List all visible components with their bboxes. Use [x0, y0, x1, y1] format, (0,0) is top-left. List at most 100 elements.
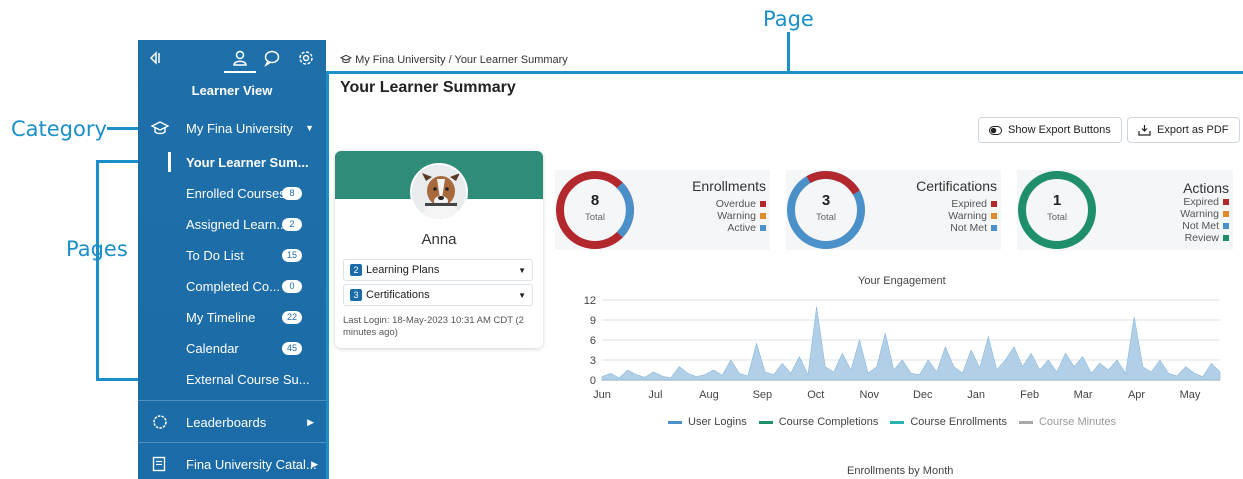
learning-plans-dropdown[interactable]: 2 Learning Plans ▼: [343, 259, 533, 281]
category-label: My Fina University: [186, 120, 293, 136]
leaderboards-label: Leaderboards: [186, 414, 267, 430]
legend-swatch: [1018, 420, 1033, 424]
export-pdf-label: Export as PDF: [1157, 124, 1229, 136]
engagement-legend: User Logins Course Completions Course En…: [668, 416, 1116, 428]
sidebar-page-label: Your Learner Sum...: [186, 154, 309, 170]
dog-avatar-image: [412, 165, 466, 219]
enrollments-total: 8: [590, 192, 600, 209]
toggle-icon: [989, 125, 1002, 135]
sidebar-page-assigned-learning[interactable]: Assigned Learn... 2: [138, 212, 326, 236]
engagement-chart-title: Your Engagement: [858, 275, 946, 287]
learning-plans-count: 2: [350, 264, 362, 276]
sidebar-toolbar: [138, 40, 326, 78]
sidebar-page-completed-courses[interactable]: Completed Co... 0: [138, 274, 326, 298]
graduation-cap-icon: [151, 121, 169, 135]
category-annotation-label: Category: [11, 117, 107, 141]
user-profile-icon[interactable]: [231, 49, 249, 67]
y-tick-label: 6: [590, 335, 596, 347]
profile-name: Anna: [421, 231, 457, 248]
show-export-buttons-button[interactable]: Show Export Buttons: [978, 117, 1122, 143]
count-badge: 15: [281, 248, 302, 262]
count-badge: 0: [282, 279, 302, 293]
legend-label: Expired: [951, 198, 987, 210]
sidebar-category-leaderboards[interactable]: Leaderboards ▶: [138, 410, 326, 434]
actions-stat-card[interactable]: 1 Total Actions Expired Warning Not Met …: [1017, 170, 1233, 250]
sidebar-divider: [138, 442, 326, 443]
enrollments-stat-card[interactable]: 8 Total Enrollments Overdue Warning Acti…: [555, 170, 770, 250]
sidebar-page-your-learner-summary[interactable]: Your Learner Sum...: [138, 150, 326, 174]
chevron-down-icon: ▼: [518, 290, 526, 300]
legend-course-minutes[interactable]: Course Minutes: [1039, 416, 1116, 428]
count-badge: 45: [281, 341, 302, 355]
x-tick-label: Nov: [859, 389, 879, 401]
x-tick-label: Mar: [1074, 389, 1093, 401]
certifications-stat-card[interactable]: 3 Total Certifications Expired Warning N…: [786, 170, 1001, 250]
x-tick-label: Jul: [648, 389, 662, 401]
count-badge: 2: [282, 217, 302, 231]
sidebar-page-label: External Course Su...: [186, 371, 310, 387]
pages-bracket-vertical: [96, 160, 99, 380]
sidebar-page-label: Completed Co...: [186, 278, 280, 294]
sidebar-page-enrolled-courses[interactable]: Enrolled Courses 8: [138, 181, 326, 205]
x-tick-label: Jan: [967, 389, 985, 401]
certifications-title: Certifications: [916, 178, 997, 194]
certifications-total-label: Total: [815, 212, 837, 223]
sidebar-page-label: My Timeline: [186, 309, 256, 325]
page-title: Your Learner Summary: [340, 79, 516, 96]
certifications-dropdown[interactable]: 3 Certifications ▼: [343, 284, 533, 306]
chevron-down-icon: ▼: [305, 123, 314, 133]
learner-view-title: Learner View: [191, 83, 273, 98]
count-badge: 8: [282, 186, 302, 200]
engagement-chart: 0 3 6 9 12 Jun Jul Aug Sep Oct Nov Dec Jan Feb Mar Apr M…: [584, 295, 1221, 401]
legend-user-logins[interactable]: User Logins: [688, 416, 747, 428]
actions-donut: [1018, 171, 1096, 249]
sidebar-page-label: Enrolled Courses: [186, 185, 286, 201]
sidebar-page-to-do-list[interactable]: To Do List 15: [138, 243, 326, 267]
show-export-label: Show Export Buttons: [1008, 124, 1111, 136]
avatar[interactable]: [410, 163, 468, 221]
user-logins-area: [601, 306, 1221, 381]
sidebar-category-catalog[interactable]: Fina University Catal... ▶: [138, 452, 326, 476]
legend-label: Not Met: [1182, 220, 1219, 232]
x-tick-label: Dec: [913, 389, 933, 401]
chevron-right-icon: ▶: [311, 458, 318, 469]
legend-swatch: [668, 420, 682, 424]
sidebar: Learner View My Fina University ▼ Your L…: [138, 40, 326, 479]
actions-legend: Expired Warning Not Met Review: [1180, 196, 1229, 244]
sidebar-page-external-course-submission[interactable]: External Course Su...: [138, 367, 326, 391]
sidebar-page-my-timeline[interactable]: My Timeline 22: [138, 305, 326, 329]
legend-course-completions[interactable]: Course Completions: [779, 416, 879, 428]
enrollments-donut: [556, 171, 634, 249]
leaderboard-badge-icon: [153, 415, 167, 429]
settings-gear-icon[interactable]: [297, 49, 315, 67]
active-tab-underline: [224, 71, 256, 73]
legend-label: Expired: [1183, 196, 1219, 208]
x-tick-label: Apr: [1128, 389, 1145, 401]
x-tick-label: Jun: [593, 389, 611, 401]
export-pdf-button[interactable]: Export as PDF: [1127, 117, 1240, 143]
enrollments-legend: Overdue Warning Active: [716, 198, 766, 234]
legend-label: Warning: [948, 210, 987, 222]
catalog-book-icon: [152, 456, 166, 472]
sidebar-page-label: Assigned Learn...: [186, 216, 288, 232]
chat-icon[interactable]: [263, 49, 281, 67]
learning-plans-label: Learning Plans: [366, 264, 440, 276]
sidebar-page-calendar[interactable]: Calendar 45: [138, 336, 326, 360]
certifications-count: 3: [350, 289, 362, 301]
breadcrumb-text[interactable]: My Fina University / Your Learner Summar…: [355, 54, 568, 66]
collapse-sidebar-icon[interactable]: [146, 49, 164, 67]
page-annotation-label: Page: [763, 7, 814, 31]
certifications-label: Certifications: [366, 289, 430, 301]
certifications-total: 3: [821, 192, 831, 209]
enrollments-by-month-title: Enrollments by Month: [847, 465, 954, 477]
sidebar-category-my-fina-university[interactable]: My Fina University ▼: [138, 116, 326, 140]
x-tick-label: Oct: [807, 389, 824, 401]
chevron-right-icon: ▶: [307, 416, 314, 427]
y-tick-label: 9: [590, 315, 596, 327]
legend-label: Warning: [717, 210, 756, 222]
legend-course-enrollments[interactable]: Course Enrollments: [910, 416, 1007, 428]
legend-swatch: [890, 420, 905, 424]
x-tick-label: Sep: [753, 389, 773, 401]
page-annotation-line: [787, 32, 790, 72]
legend-swatch: [758, 420, 773, 424]
